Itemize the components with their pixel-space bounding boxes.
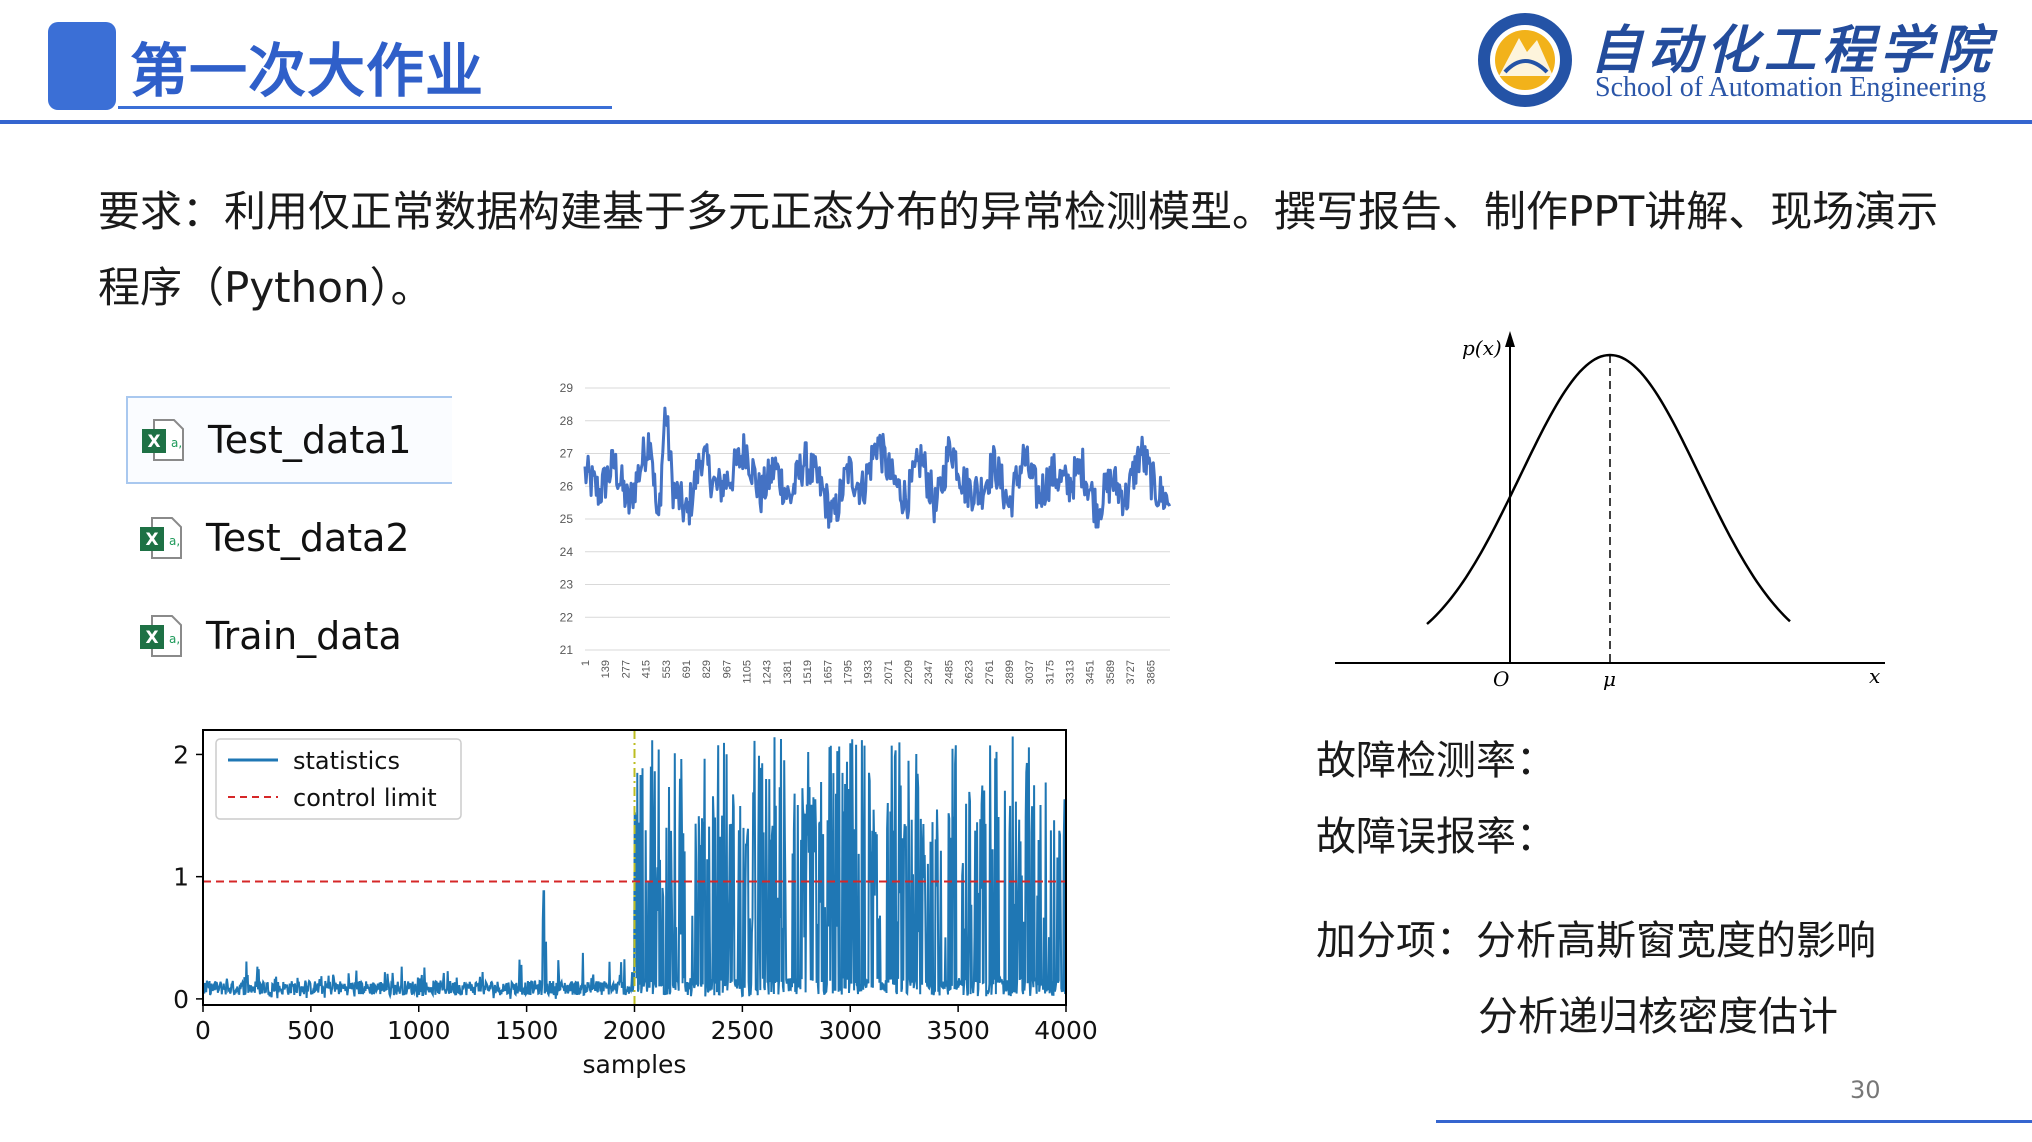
x-tick-label: 1795 xyxy=(842,660,854,684)
statistics-chart: 0 500 1000 1500 2000 2500 3000 3500 4000 0 1 2 sampl… xyxy=(173,729,1098,1079)
logo-subtitle: School of Automation Engineering xyxy=(1595,72,1987,103)
svg-text:X: X xyxy=(145,628,158,648)
footer-line xyxy=(1436,1120,2032,1123)
legend-label-control-limit: control limit xyxy=(293,784,437,812)
x-tick-label: 553 xyxy=(661,660,673,678)
page-title: 第一次大作业 xyxy=(130,37,485,105)
svg-text:X: X xyxy=(145,530,158,550)
x-tick-label: 1381 xyxy=(782,660,794,684)
y-tick-label: 25 xyxy=(560,512,574,526)
x-tick-label: 415 xyxy=(641,660,653,678)
y-tick-label: 0 xyxy=(173,985,189,1014)
x-axis-label: samples xyxy=(583,1050,687,1079)
file-item-test-data2[interactable]: X a, Test_data2 xyxy=(126,496,450,580)
fault-detection-rate-label: 故障检测率： xyxy=(1316,738,1556,784)
bonus-item-line-1: 加分项：分析高斯窗宽度的影响 xyxy=(1316,918,1876,964)
x-tick-label: 277 xyxy=(620,660,632,678)
svg-text:a,: a, xyxy=(171,436,182,450)
x-tick-label: 3313 xyxy=(1065,660,1077,684)
x-tick-label: 3000 xyxy=(818,1016,882,1045)
x-tick-label: 1657 xyxy=(822,660,834,684)
y-tick-label: 21 xyxy=(560,643,574,657)
x-tick-label: 3500 xyxy=(926,1016,990,1045)
x-tick-label: 829 xyxy=(701,660,713,678)
header-divider xyxy=(0,120,2032,124)
file-name: Test_data2 xyxy=(206,516,410,560)
requirement-line-1: 要求：利用仅正常数据构建基于多元正态分布的异常检测模型。撰写报告、制作PPT讲解… xyxy=(98,187,1939,236)
y-tick-label: 2 xyxy=(173,740,189,769)
file-name: Test_data1 xyxy=(208,418,412,462)
normal-distribution-chart: p(x) O μ x xyxy=(1335,331,1885,691)
y-tick-label: 23 xyxy=(560,578,574,592)
timeseries-chart: 21 22 23 24 25 26 27 28 29 1 139 277 415 553 691 829 967… xyxy=(560,381,1172,684)
y-axis-arrow xyxy=(1505,331,1515,347)
gaussian-curve xyxy=(1426,353,1791,625)
x-tick-label: 3037 xyxy=(1024,660,1036,684)
x-tick-label: 2761 xyxy=(984,660,996,684)
y-tick-label: 22 xyxy=(560,610,574,624)
svg-text:a,: a, xyxy=(169,632,180,646)
x-tick-label: 3727 xyxy=(1125,660,1137,684)
svg-text:X: X xyxy=(147,432,160,452)
y-tick-label: 29 xyxy=(560,381,574,395)
bonus-item-line-2: 分析递归核密度估计 xyxy=(1478,994,1838,1040)
x-tick-label: 1000 xyxy=(387,1016,451,1045)
svg-text:a,: a, xyxy=(169,534,180,548)
x-tick-label: 2071 xyxy=(883,660,895,684)
y-tick-label: 26 xyxy=(560,479,574,493)
x-tick-label: 1243 xyxy=(762,660,774,684)
title-underline xyxy=(118,106,612,109)
x-tick-label: 3865 xyxy=(1145,660,1157,684)
x-tick-label: 2485 xyxy=(943,660,955,684)
file-item-train-data[interactable]: X a, Train_data xyxy=(126,594,450,678)
x-tick-label: 0 xyxy=(195,1016,211,1045)
x-tick-label: 2000 xyxy=(603,1016,667,1045)
x-tick-label: 500 xyxy=(287,1016,335,1045)
x-tick-label: 3589 xyxy=(1105,660,1117,684)
x-tick-label: 2347 xyxy=(923,660,935,684)
x-tick-label: 1 xyxy=(580,660,592,666)
excel-file-icon: X a, xyxy=(140,615,182,657)
y-tick-label: 28 xyxy=(560,414,574,428)
x-tick-label: 1933 xyxy=(863,660,875,684)
excel-file-icon: X a, xyxy=(142,419,184,461)
mean-label: μ xyxy=(1603,667,1616,691)
y-tick-label: 27 xyxy=(560,447,574,461)
file-name: Train_data xyxy=(206,614,402,658)
school-emblem-icon xyxy=(1478,13,1572,107)
y-tick-label: 24 xyxy=(560,545,574,559)
legend-label-statistics: statistics xyxy=(293,747,400,775)
y-tick-label: 1 xyxy=(173,863,189,892)
x-tick-label: 3175 xyxy=(1044,660,1056,684)
x-tick-label: 4000 xyxy=(1034,1016,1098,1045)
requirement-line-2: 程序（Python）。 xyxy=(98,263,433,312)
x-tick-label: 2899 xyxy=(1004,660,1016,684)
file-item-test-data1[interactable]: X a, Test_data1 xyxy=(126,396,452,484)
timeseries-line xyxy=(583,406,1172,529)
x-tick-label: 1519 xyxy=(802,660,814,684)
x-axis-label: x xyxy=(1869,664,1880,688)
x-tick-label: 139 xyxy=(600,660,612,678)
page-number: 30 xyxy=(1850,1076,1881,1104)
x-tick-label: 691 xyxy=(681,660,693,678)
x-tick-label: 1105 xyxy=(742,660,754,684)
x-tick-label: 2209 xyxy=(903,660,915,684)
excel-file-icon: X a, xyxy=(140,517,182,559)
fault-false-alarm-rate-label: 故障误报率： xyxy=(1316,814,1556,860)
x-tick-label: 967 xyxy=(721,660,733,678)
title-accent-block xyxy=(48,22,116,110)
x-tick-label: 1500 xyxy=(495,1016,559,1045)
x-tick-label: 2623 xyxy=(964,660,976,684)
x-tick-label: 3451 xyxy=(1085,660,1097,684)
y-axis-label: p(x) xyxy=(1462,336,1502,360)
x-tick-label: 2500 xyxy=(711,1016,775,1045)
origin-label: O xyxy=(1493,667,1509,691)
